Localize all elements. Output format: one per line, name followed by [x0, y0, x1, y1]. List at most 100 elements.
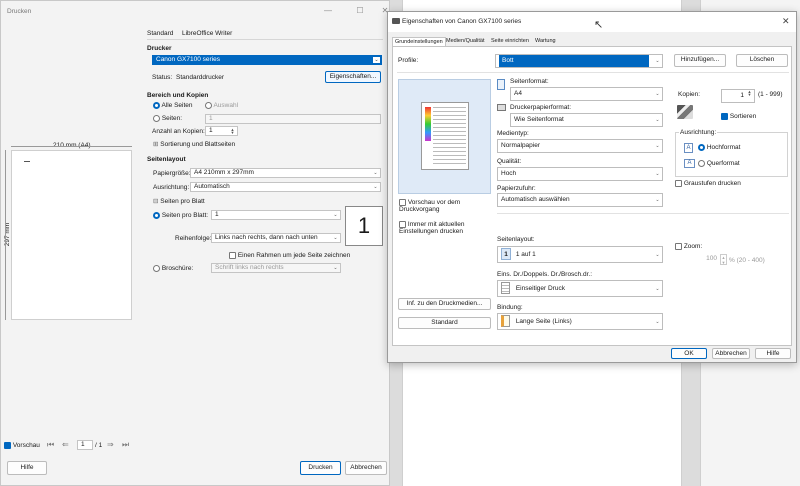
pages-per-sheet-select[interactable]: 1 ⌄ [211, 210, 341, 220]
orientation-label: Ausrichtung: [153, 184, 190, 191]
ok-button[interactable]: OK [671, 348, 707, 359]
standard-button[interactable]: Standard [398, 317, 491, 329]
quality-select[interactable]: Hoch ⌄ [497, 167, 663, 181]
tab-seite-einrichten[interactable]: Seite einrichten [489, 37, 531, 46]
next-page-icon[interactable]: ⇒ [107, 440, 114, 449]
media-info-button[interactable]: Inf. zu den Druckmedien... [398, 298, 491, 310]
order-label: Reihenfolge: [175, 235, 212, 242]
copies-input[interactable]: 1 ▲ ▼ [721, 89, 755, 103]
page-number-input[interactable]: 1 [77, 440, 93, 450]
printer-select-value: Canon GX7100 series [156, 56, 220, 63]
preview-checkbox[interactable]: Vorschau [4, 442, 40, 449]
pages-per-sheet-radio[interactable]: Seiten pro Blatt: [153, 212, 208, 219]
page-size-icon [497, 79, 505, 90]
portrait-radio[interactable]: Hochformat [698, 144, 740, 151]
pages-radio[interactable]: Seiten: [153, 115, 182, 122]
portrait-icon: A [684, 143, 693, 153]
all-pages-radio[interactable]: Alle Seiten [153, 102, 193, 109]
spinner-icon[interactable]: ▲ ▼ [229, 128, 236, 135]
keep-settings-checkbox[interactable]: Immer mit aktuellen Einstellungen drucke… [399, 221, 489, 235]
collate-expander[interactable]: ⊞ Sortierung und Blattseiten [153, 140, 235, 148]
tab-wartung[interactable]: Wartung [533, 37, 558, 46]
add-profile-button[interactable]: Hinzufügen... [674, 54, 726, 67]
cancel-button[interactable]: Abbrechen [345, 461, 387, 475]
sort-checkbox[interactable]: Sortieren [721, 113, 756, 120]
radio-icon [698, 160, 705, 167]
preview-before-checkbox[interactable]: Vorschau vor dem Druckvorgang [399, 199, 489, 213]
maximize-icon[interactable]: ☐ [353, 6, 367, 15]
radio-icon [205, 102, 212, 109]
properties-button[interactable]: Eigenschaften... [325, 71, 381, 83]
media-type-label: Medientyp: [497, 130, 529, 137]
status-value: Standarddrucker [176, 74, 225, 81]
spinner-icon[interactable]: ▲ ▼ [746, 90, 753, 97]
copies-value: 1 [740, 92, 744, 99]
tab-panel: Profile: Bott ⌄ Hinzufügen... Löschen Vo… [392, 46, 792, 346]
tab-libreoffice-writer[interactable]: LibreOffice Writer [182, 30, 232, 37]
zoom-spinner-icon[interactable]: ▲ ▼ [720, 254, 727, 265]
duplex-select[interactable]: Einseitiger Druck ⌄ [497, 280, 663, 297]
zoom-input[interactable]: 100 [685, 255, 719, 265]
printer-select[interactable]: Canon GX7100 series ⌄ [152, 55, 382, 65]
chevron-down-icon: ⌄ [333, 235, 338, 241]
cancel-button-label: Abbrechen [350, 464, 382, 471]
media-type-select[interactable]: Normalpapier ⌄ [497, 139, 663, 153]
profile-divider [397, 72, 789, 73]
brochure-select[interactable]: Schrift links nach rechts ⌄ [211, 263, 341, 273]
copies-input[interactable]: 1 ▲ ▼ [205, 126, 238, 136]
paper-format-select[interactable]: Wie Seitenformat ⌄ [510, 113, 663, 127]
page-size-select[interactable]: A4 ⌄ [510, 87, 663, 101]
preview-page-image [421, 102, 469, 170]
border-label: Einen Rahmen um jede Seite zeichnen [237, 252, 351, 260]
duplex-value: Einseitiger Druck [515, 285, 565, 292]
order-value: Links nach rechts, dann nach unten [215, 234, 318, 241]
orientation-select[interactable]: Automatisch ⌄ [190, 182, 381, 192]
tab-medien-qualitaet[interactable]: Medien/Qualität [444, 37, 487, 46]
collate-pages-icon [677, 105, 693, 119]
copies-input-value: 1 [209, 127, 213, 134]
prev-page-icon[interactable]: ⇐ [62, 440, 69, 449]
collate-label: Sortierung und Blattseiten [160, 141, 236, 148]
binding-select[interactable]: Lange Seite (Links) ⌄ [497, 313, 663, 330]
tab-grundeinstellungen[interactable]: Grundeinstellungen [392, 37, 446, 46]
grayscale-checkbox[interactable]: Graustufen drucken [675, 180, 741, 187]
canon-help-button[interactable]: Hilfe [755, 348, 791, 359]
page-size-value: A4 [514, 90, 522, 97]
chevron-down-icon: ⌄ [655, 58, 660, 64]
range-header: Bereich und Kopien [147, 92, 209, 99]
layout-icon: 1 [501, 248, 511, 261]
border-checkbox[interactable]: Einen Rahmen um jede Seite zeichnen [229, 252, 350, 259]
paper-source-select[interactable]: Automatisch auswählen ⌄ [497, 193, 663, 207]
paper-size-select[interactable]: A4 210mm x 297mm ⌄ [190, 168, 381, 178]
first-page-icon[interactable]: ⏮ [47, 440, 54, 450]
selection-radio[interactable]: Auswahl [205, 102, 238, 109]
delete-profile-button[interactable]: Löschen [736, 54, 788, 67]
minimize-icon[interactable]: — [321, 6, 335, 15]
expand-icon: ⊞ [153, 141, 159, 148]
print-button[interactable]: Drucken [300, 461, 341, 475]
help-button[interactable]: Hilfe [7, 461, 47, 475]
profile-select[interactable]: Bott ⌄ [495, 54, 663, 68]
brochure-radio[interactable]: Broschüre: [153, 265, 193, 272]
close-icon[interactable]: ✕ [782, 16, 790, 27]
paper-source-label: Papierzufuhr: [497, 185, 536, 192]
help-button-label: Hilfe [20, 464, 34, 471]
copies-range: (1 - 999) [758, 91, 783, 98]
layout-select[interactable]: 1 1 auf 1 ⌄ [497, 246, 663, 263]
pages-label: Seiten: [161, 115, 183, 123]
checkbox-icon [399, 199, 406, 206]
zoom-checkbox[interactable]: Zoom: [675, 243, 702, 250]
tab-standard[interactable]: Standard [147, 30, 173, 37]
chevron-down-icon: ⌄ [333, 265, 338, 271]
status-label: Status: [152, 74, 173, 81]
pages-per-sheet-expander[interactable]: ⊟ Seiten pro Blatt [153, 197, 205, 205]
pages-input[interactable]: 1 [205, 114, 381, 124]
last-page-icon[interactable]: ⏭ [122, 440, 129, 450]
print-preview-panel [398, 79, 491, 194]
delete-profile-label: Löschen [749, 56, 775, 63]
order-select[interactable]: Links nach rechts, dann nach unten ⌄ [211, 233, 341, 243]
landscape-radio[interactable]: Querformat [698, 160, 740, 167]
media-type-value: Normalpapier [501, 142, 541, 149]
standard-label: Standard [431, 319, 458, 326]
canon-cancel-button[interactable]: Abbrechen [712, 348, 750, 359]
